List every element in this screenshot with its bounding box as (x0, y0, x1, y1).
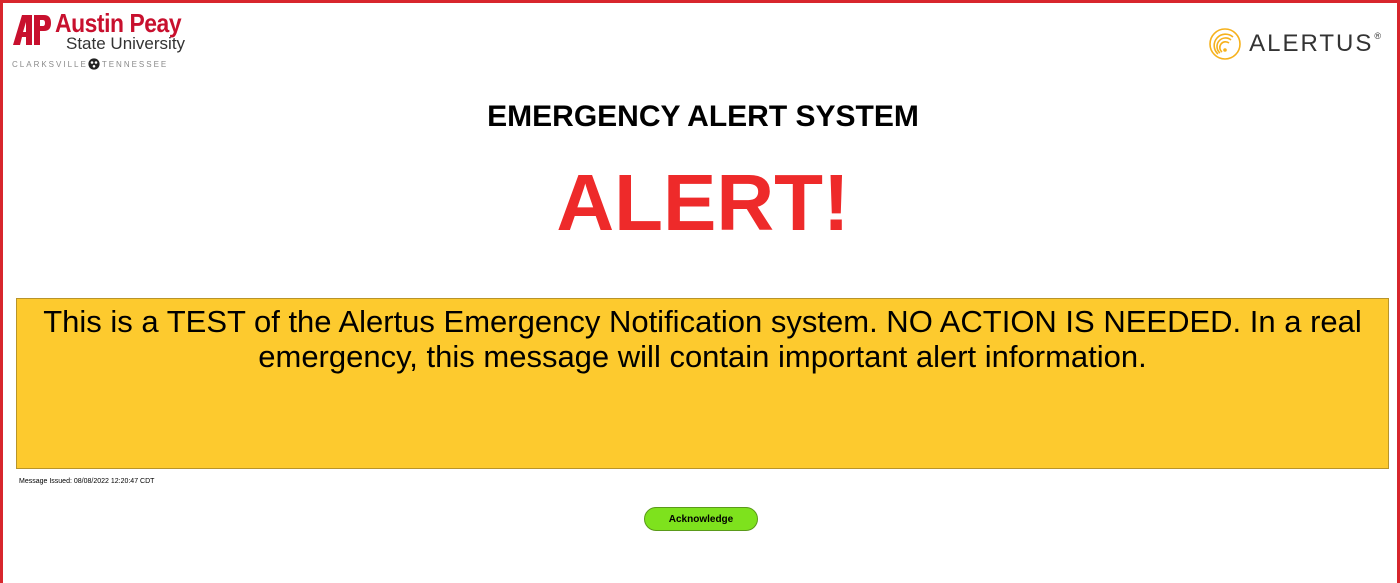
alert-message-text: This is a TEST of the Alertus Emergency … (43, 304, 1362, 374)
registered-mark: ® (1374, 31, 1381, 41)
alertus-wordmark: ALERTUS (1249, 30, 1374, 57)
tennessee-seal-icon (88, 58, 100, 70)
system-title: EMERGENCY ALERT SYSTEM (487, 100, 919, 133)
acknowledge-button[interactable]: Acknowledge (644, 507, 758, 531)
university-name: Austin Peay (55, 8, 182, 38)
ap-logo-icon (13, 15, 51, 45)
university-logo: Austin Peay State University CLARKSVILLE… (11, 8, 201, 81)
location-state: TENNESSEE (101, 59, 169, 69)
alertus-signal-icon (1209, 28, 1241, 60)
message-issued-timestamp: Message Issued: 08/08/2022 12:20:47 CDT (19, 478, 155, 485)
alert-message-box: This is a TEST of the Alertus Emergency … (16, 298, 1389, 469)
university-location: CLARKSVILLE TENNESSEE (12, 58, 168, 70)
alert-title: ALERT! (556, 158, 850, 247)
alert-window-frame: Austin Peay State University CLARKSVILLE… (0, 0, 1400, 583)
alertus-logo: ALERTUS ® (1209, 27, 1381, 61)
location-city: CLARKSVILLE (12, 59, 88, 69)
university-subtitle: State University (66, 34, 186, 53)
